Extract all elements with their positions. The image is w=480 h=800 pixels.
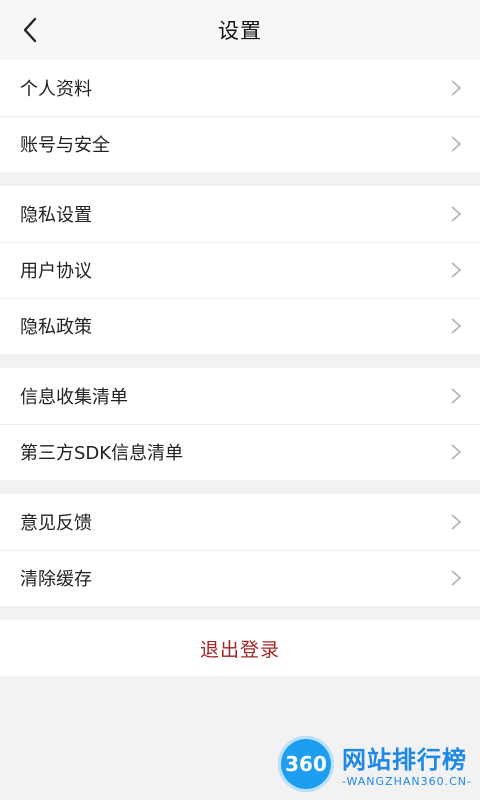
menu-item-label: 隐私政策: [20, 317, 92, 338]
menu-item-label: 个人资料: [20, 79, 92, 100]
group-divider: [0, 172, 480, 186]
menu-item-label: 意见反馈: [20, 513, 92, 534]
settings-group-1: 个人资料 账号与安全: [0, 60, 480, 172]
settings-group-4: 意见反馈 清除缓存: [0, 494, 480, 606]
menu-item-user-agreement[interactable]: 用户协议: [0, 242, 480, 298]
menu-item-info-collection-list[interactable]: 信息收集清单: [0, 368, 480, 424]
menu-item-label: 信息收集清单: [20, 387, 128, 408]
watermark-subtitle: -WANGZHAN360.CN-: [341, 775, 472, 788]
menu-item-privacy-settings[interactable]: 隐私设置: [0, 186, 480, 242]
chevron-right-icon: [451, 262, 462, 278]
watermark-logo: 360: [277, 736, 334, 792]
chevron-right-icon: [451, 136, 462, 152]
chevron-right-icon: [451, 80, 462, 96]
chevron-right-icon: [451, 388, 462, 404]
settings-group-2: 隐私设置 用户协议 隐私政策: [0, 186, 480, 354]
menu-item-label: 第三方SDK信息清单: [20, 443, 184, 464]
settings-group-3: 信息收集清单 第三方SDK信息清单: [0, 368, 480, 480]
menu-item-clear-cache[interactable]: 清除缓存: [0, 550, 480, 606]
menu-item-feedback[interactable]: 意见反馈: [0, 494, 480, 550]
menu-item-account-security[interactable]: 账号与安全: [0, 116, 480, 172]
group-divider: [0, 354, 480, 368]
chevron-right-icon: [451, 318, 462, 334]
menu-item-label: 账号与安全: [20, 135, 110, 156]
menu-item-label: 用户协议: [20, 261, 92, 282]
menu-item-third-party-sdk-list[interactable]: 第三方SDK信息清单: [0, 424, 480, 480]
chevron-right-icon: [451, 570, 462, 586]
watermark: 360 网站排行榜 -WANGZHAN360.CN-: [277, 736, 472, 792]
chevron-right-icon: [451, 206, 462, 222]
menu-item-label: 清除缓存: [20, 569, 92, 590]
logout-button[interactable]: 退出登录: [0, 620, 480, 676]
back-button[interactable]: [8, 8, 52, 52]
logout-label: 退出登录: [199, 638, 280, 661]
menu-item-label: 隐私设置: [20, 205, 92, 226]
chevron-left-icon: [23, 17, 37, 43]
watermark-title: 网站排行榜: [341, 746, 467, 774]
chevron-right-icon: [451, 444, 462, 460]
watermark-text: 网站排行榜 -WANGZHAN360.CN-: [342, 740, 472, 788]
menu-item-personal-info[interactable]: 个人资料: [0, 60, 480, 116]
group-divider: [0, 606, 480, 620]
menu-item-privacy-policy[interactable]: 隐私政策: [0, 298, 480, 354]
app-header: 设置: [0, 0, 480, 60]
chevron-right-icon: [451, 514, 462, 530]
page-title: 设置: [218, 19, 262, 43]
group-divider: [0, 480, 480, 494]
